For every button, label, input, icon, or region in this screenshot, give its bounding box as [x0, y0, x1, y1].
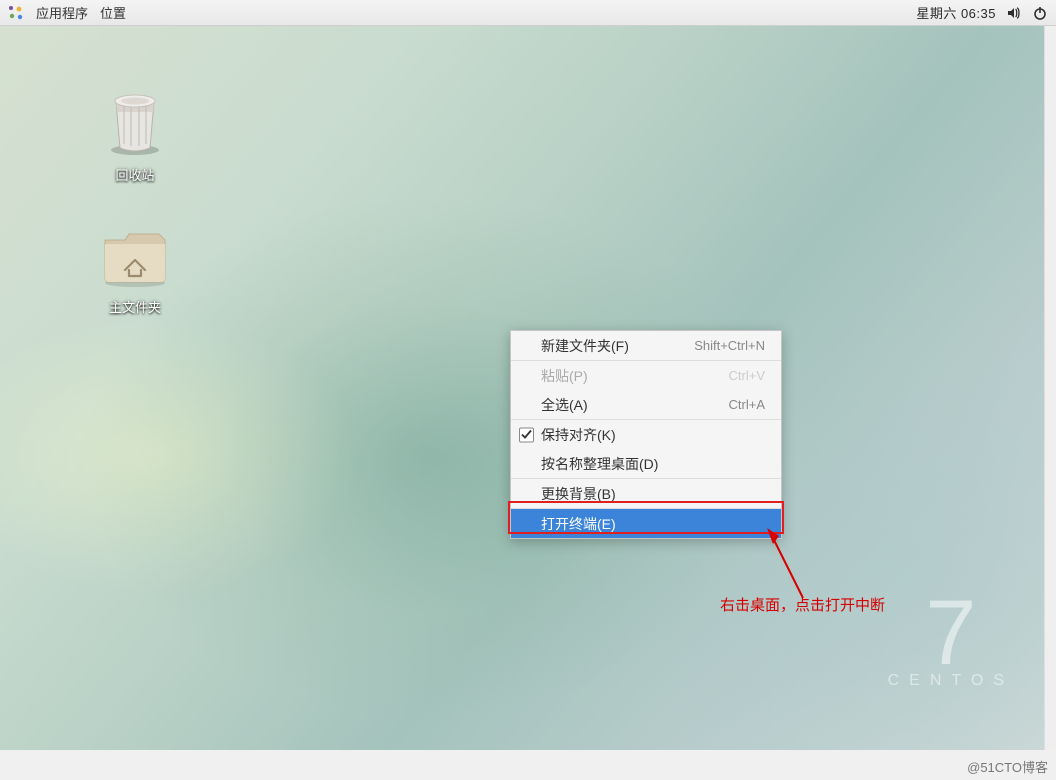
- menu-item-label: 全选(A): [541, 395, 588, 415]
- menu-item-label: 新建文件夹(F): [541, 336, 629, 356]
- menu-places[interactable]: 位置: [100, 3, 126, 22]
- watermark: @51CTO博客: [967, 757, 1048, 776]
- menu-item-keep-aligned[interactable]: 保持对齐(K): [511, 420, 781, 449]
- trash-icon: [90, 88, 180, 161]
- desktop-icon-label: 主文件夹: [90, 297, 180, 316]
- menu-item-label: 打开终端(E): [541, 514, 616, 534]
- context-menu: 新建文件夹(F) Shift+Ctrl+N 粘贴(P) Ctrl+V 全选(A)…: [510, 330, 782, 539]
- desktop-icon-trash[interactable]: 回收站: [90, 88, 180, 184]
- menu-item-open-terminal[interactable]: 打开终端(E): [511, 509, 781, 538]
- power-icon[interactable]: [1032, 5, 1048, 21]
- checkbox-checked-icon: [519, 427, 534, 442]
- menu-item-label: 粘贴(P): [541, 366, 588, 386]
- scrollbar[interactable]: [1044, 26, 1056, 750]
- annotation-text: 右击桌面，点击打开中断: [720, 594, 885, 615]
- menu-item-label: 更换背景(B): [541, 484, 616, 504]
- menu-item-new-folder[interactable]: 新建文件夹(F) Shift+Ctrl+N: [511, 331, 781, 360]
- centos-version: 7: [888, 594, 1014, 672]
- desktop-icon-home[interactable]: 主文件夹: [90, 226, 180, 316]
- desktop-icon-label: 回收站: [90, 165, 180, 184]
- menu-item-paste: 粘贴(P) Ctrl+V: [511, 361, 781, 390]
- panel-left: 应用程序 位置: [8, 3, 126, 22]
- menu-item-label: 按名称整理桌面(D): [541, 454, 658, 474]
- menu-item-organize-by-name[interactable]: 按名称整理桌面(D): [511, 449, 781, 478]
- clock[interactable]: 星期六 06:35: [916, 3, 996, 22]
- menu-shortcut: Ctrl+V: [729, 368, 765, 383]
- menu-item-change-background[interactable]: 更换背景(B): [511, 479, 781, 508]
- panel-right: 星期六 06:35: [916, 3, 1048, 22]
- menu-shortcut: Ctrl+A: [729, 397, 765, 412]
- gnome-logo-icon[interactable]: [8, 5, 24, 21]
- centos-brand: 7 CENTOS: [888, 594, 1014, 690]
- centos-name: CENTOS: [888, 672, 1014, 690]
- desktop[interactable]: 回收站 主文件夹 新建文件夹(F) Shift+Ctrl+N 粘贴(P) Ctr…: [0, 26, 1044, 750]
- menu-applications[interactable]: 应用程序: [36, 3, 88, 22]
- top-panel: 应用程序 位置 星期六 06:35: [0, 0, 1056, 26]
- folder-home-icon: [90, 226, 180, 293]
- menu-item-label: 保持对齐(K): [541, 425, 616, 445]
- volume-icon[interactable]: [1006, 5, 1022, 21]
- menu-item-select-all[interactable]: 全选(A) Ctrl+A: [511, 390, 781, 419]
- menu-shortcut: Shift+Ctrl+N: [694, 338, 765, 353]
